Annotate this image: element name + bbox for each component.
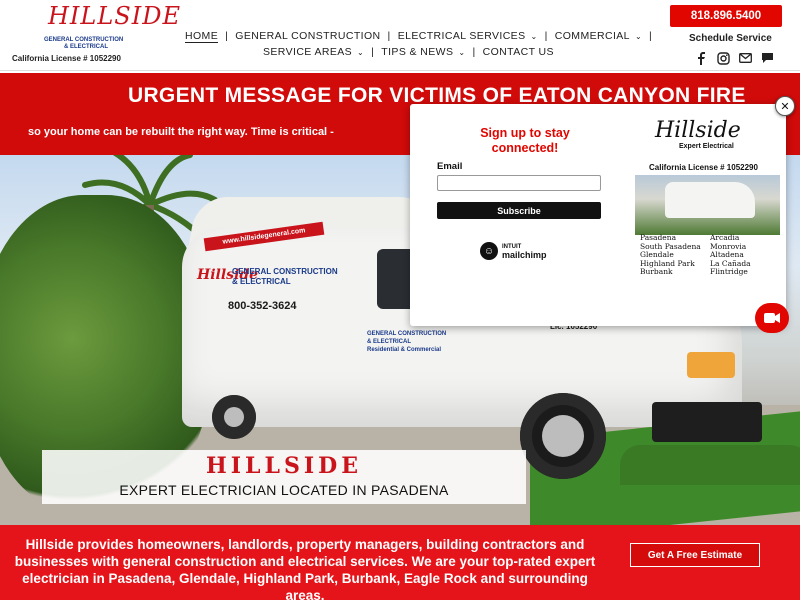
popup-title: Sign up to stay connected! — [480, 126, 570, 155]
mailchimp-badge[interactable]: ☺ INTUIT mailchimp — [480, 242, 547, 260]
chevron-down-icon: ⌄ — [530, 31, 538, 41]
van-company-line-1: GENERAL CONSTRUCTION — [232, 267, 338, 276]
van-headlight — [687, 352, 735, 378]
chevron-down-icon: ⌄ — [458, 47, 466, 57]
intro-band: Hillside provides homeowners, landlords,… — [0, 525, 800, 603]
chat-widget-button[interactable] — [755, 303, 789, 333]
email-label: Email — [437, 161, 463, 172]
mailchimp-icon: ☺ — [480, 242, 498, 260]
popup-promo-image: Hillside Expert Electrical California Li… — [635, 110, 780, 277]
promo-logo: Hillside — [655, 118, 741, 143]
newsletter-popup: Sign up to stay connected! Email Subscri… — [410, 104, 786, 326]
nav-row-2: SERVICE AREAS ⌄ | TIPS & NEWS ⌄ | CONTACT … — [263, 44, 554, 60]
nav-home[interactable]: HOME — [185, 29, 219, 43]
free-estimate-button[interactable]: Get A Free Estimate — [630, 543, 760, 567]
hero-tagline: EXPERT ELECTRICIAN LOCATED IN PASADENA — [119, 482, 449, 498]
city-item: Burbank — [640, 267, 673, 276]
promo-license: California License # 1052290 — [649, 163, 758, 172]
city-item: Flintridge — [710, 267, 748, 276]
van-side-line-3: Residential & Commercial — [367, 347, 442, 353]
phone-button[interactable]: 818.896.5400 — [670, 5, 782, 27]
promo-van — [665, 182, 755, 218]
logo-wordmark: HILLSIDE — [48, 2, 181, 30]
van-phone: 800-352-3624 — [228, 300, 297, 312]
van-company-name: GENERAL CONSTRUCTION & ELECTRICAL — [232, 267, 338, 287]
logo-subtitle-1: GENERAL CONSTRUCTION — [44, 37, 124, 43]
social-links — [694, 51, 774, 65]
nav-service-areas[interactable]: SERVICE AREAS ⌄ — [263, 46, 364, 58]
popup-close-button[interactable]: ✕ — [775, 96, 795, 116]
schedule-service-link[interactable]: Schedule Service — [689, 33, 772, 44]
nav-contact-us[interactable]: CONTACT US — [483, 46, 554, 58]
mailchimp-label: mailchimp — [502, 250, 547, 260]
nav-commercial-label: COMMERCIAL — [554, 30, 630, 42]
van-side-line-1: GENERAL CONSTRUCTION — [367, 331, 447, 337]
nav-separator: | — [371, 46, 375, 58]
chevron-down-icon: ⌄ — [357, 47, 365, 57]
nav-tips-news-label: TIPS & NEWS — [381, 46, 454, 58]
nav-row-1: HOME | GENERAL CONSTRUCTION | ELECTRICAL… — [185, 28, 659, 44]
email-field[interactable] — [437, 175, 601, 191]
nav-separator: | — [649, 30, 653, 42]
chat-icon[interactable] — [760, 51, 774, 65]
banner-subtitle: so your home can be rebuilt the right wa… — [28, 126, 334, 138]
site-header: HILLSIDE GENERAL CONSTRUCTION & ELECTRIC… — [0, 0, 800, 71]
nav-separator: | — [472, 46, 476, 58]
nav-general-construction-label: GENERAL CONSTRUCTION — [235, 30, 381, 42]
intro-text: Hillside provides homeowners, landlords,… — [14, 537, 596, 603]
nav-separator: | — [544, 30, 548, 42]
van-front-wheel — [520, 393, 606, 479]
van-side-decal: GENERAL CONSTRUCTION & ELECTRICAL Reside… — [367, 330, 446, 354]
nav-electrical-services[interactable]: ELECTRICAL SERVICES ⌄ — [398, 30, 538, 42]
subscribe-button[interactable]: Subscribe — [437, 202, 601, 219]
van-side-line-2: & ELECTRICAL — [367, 339, 411, 345]
nav-home-label: HOME — [185, 29, 219, 42]
nav-electrical-services-label: ELECTRICAL SERVICES — [397, 30, 526, 42]
mailchimp-text: INTUIT mailchimp — [502, 243, 547, 260]
nav-general-construction[interactable]: GENERAL CONSTRUCTION — [235, 30, 380, 42]
promo-expert-label: Expert Electrical — [679, 143, 734, 150]
site-logo[interactable]: HILLSIDE GENERAL CONSTRUCTION & ELECTRIC… — [10, 2, 180, 66]
hero-caption: HILLSIDE EXPERT ELECTRICIAN LOCATED IN P… — [42, 450, 526, 504]
van-rear-wheel — [212, 395, 256, 439]
van-company-line-2: & ELECTRICAL — [232, 277, 291, 286]
nav-separator: | — [225, 30, 229, 42]
nav-tips-news[interactable]: TIPS & NEWS ⌄ — [381, 46, 465, 58]
chevron-down-icon: ⌄ — [634, 31, 643, 41]
email-icon[interactable] — [738, 51, 752, 65]
facebook-icon[interactable] — [694, 51, 708, 65]
instagram-icon[interactable] — [716, 51, 730, 65]
logo-subtitle-2: & ELECTRICAL — [64, 44, 108, 50]
video-chat-icon — [764, 313, 780, 323]
nav-commercial[interactable]: COMMERCIAL ⌄ — [555, 30, 642, 42]
van-bumper — [652, 402, 762, 442]
license-number: California License # 1052290 — [12, 54, 121, 63]
nav-service-areas-label: SERVICE AREAS — [263, 46, 353, 58]
nav-separator: | — [387, 30, 391, 42]
promo-city-list: Pasadena Arcadia South Pasadena Monrovia… — [640, 233, 780, 277]
hero-brand: HILLSIDE — [205, 453, 363, 479]
nav-contact-us-label: CONTACT US — [482, 46, 554, 58]
